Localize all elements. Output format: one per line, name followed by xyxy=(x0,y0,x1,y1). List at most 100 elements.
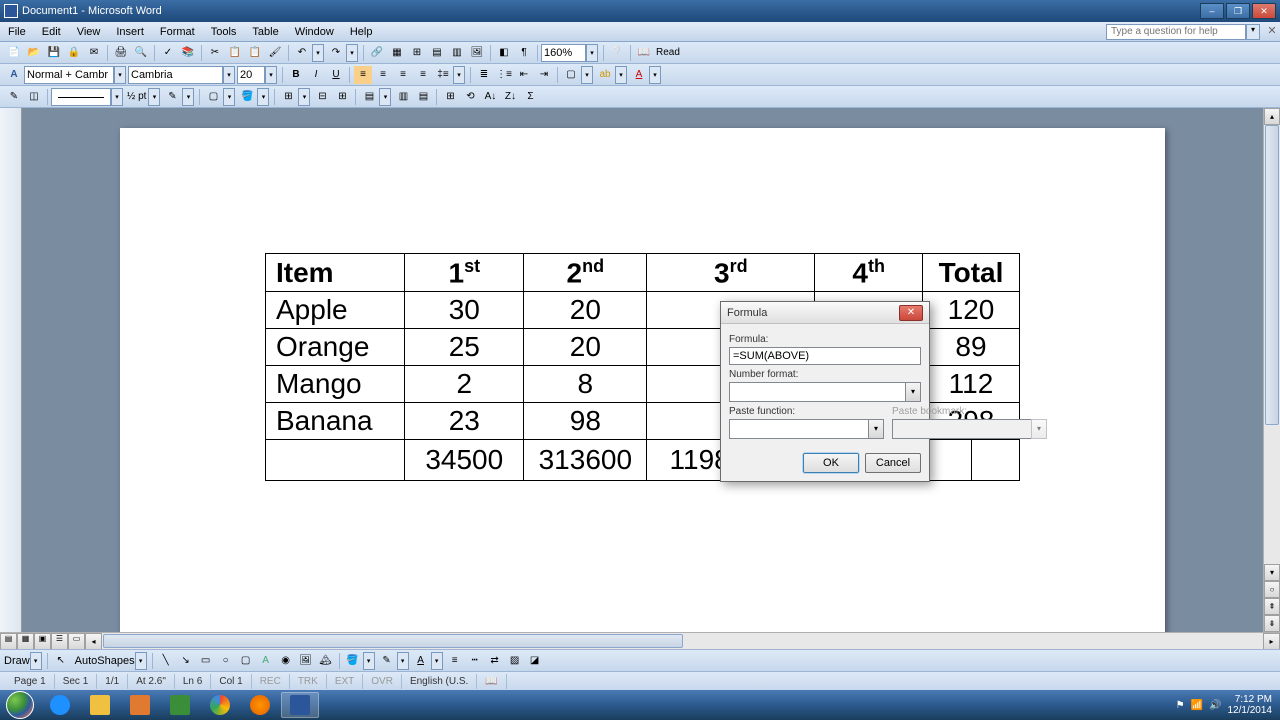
read-label[interactable]: Read xyxy=(656,47,680,58)
styles-pane-icon[interactable]: A xyxy=(5,66,23,84)
menu-file[interactable]: File xyxy=(0,24,34,40)
dialog-close-button[interactable]: ✕ xyxy=(899,305,923,321)
scroll-thumb[interactable] xyxy=(1265,125,1279,425)
picture-icon[interactable]: 🏔 xyxy=(317,652,335,670)
help-search-input[interactable] xyxy=(1106,24,1246,40)
new-doc-icon[interactable]: 📄 xyxy=(5,44,23,62)
print-icon[interactable]: 🖨 xyxy=(112,44,130,62)
open-icon[interactable]: 📂 xyxy=(25,44,43,62)
align-left-icon[interactable]: ≡ xyxy=(354,66,372,84)
scroll-up-button[interactable]: ▴ xyxy=(1264,108,1280,125)
diagram-icon[interactable]: ◉ xyxy=(277,652,295,670)
split-cells-icon[interactable]: ⊞ xyxy=(333,88,351,106)
cut-icon[interactable]: ✂ xyxy=(206,44,224,62)
select-objects-icon[interactable]: ↖ xyxy=(52,652,70,670)
copy-icon[interactable]: 📋 xyxy=(226,44,244,62)
italic-icon[interactable]: I xyxy=(307,66,325,84)
print-layout-button[interactable]: ▣ xyxy=(34,633,51,650)
arrow-style-icon[interactable]: ⇄ xyxy=(486,652,504,670)
save-icon[interactable]: 💾 xyxy=(45,44,63,62)
dialog-titlebar[interactable]: Formula ✕ xyxy=(721,302,929,324)
minimize-button[interactable]: – xyxy=(1200,3,1224,19)
linestyle-dropdown[interactable]: ▾ xyxy=(111,88,123,106)
autoshapes-menu[interactable]: AutoShapes xyxy=(75,655,135,667)
help-icon[interactable]: ❔ xyxy=(608,44,626,62)
style-combo[interactable] xyxy=(24,66,114,84)
spellcheck-icon[interactable]: ✓ xyxy=(159,44,177,62)
prev-page-button[interactable]: ⇞ xyxy=(1264,598,1280,615)
status-trk[interactable]: TRK xyxy=(290,674,327,689)
vertical-ruler[interactable] xyxy=(0,108,22,632)
system-tray[interactable]: ⚑ 📶 🔊 7:12 PM 12/1/2014 xyxy=(1168,694,1280,716)
aligncell-dropdown[interactable]: ▾ xyxy=(379,88,391,106)
help-dropdown[interactable]: ▾ xyxy=(1246,24,1260,40)
tables-borders-icon[interactable]: ▦ xyxy=(388,44,406,62)
border-color-icon[interactable]: ✎ xyxy=(163,88,181,106)
task-firefox[interactable] xyxy=(241,692,279,718)
normal-view-button[interactable]: ▤ xyxy=(0,633,17,650)
numfmt-dropdown[interactable]: ▾ xyxy=(905,382,921,402)
menu-edit[interactable]: Edit xyxy=(34,24,69,40)
hscroll-thumb[interactable] xyxy=(103,634,683,648)
format-painter-icon[interactable]: 🖌 xyxy=(266,44,284,62)
menu-help[interactable]: Help xyxy=(342,24,381,40)
start-button[interactable] xyxy=(0,690,40,720)
zoom-dropdown[interactable]: ▾ xyxy=(586,44,598,62)
show-hide-icon[interactable]: ¶ xyxy=(515,44,533,62)
underline-icon[interactable]: U xyxy=(327,66,345,84)
arrow-icon[interactable]: ↘ xyxy=(177,652,195,670)
cancel-button[interactable]: Cancel xyxy=(865,453,921,473)
reading-layout-button[interactable]: ▭ xyxy=(68,633,85,650)
redo-dropdown[interactable]: ▾ xyxy=(346,44,358,62)
scroll-left-button[interactable]: ◂ xyxy=(85,633,102,650)
3d-icon[interactable]: ◪ xyxy=(526,652,544,670)
excel-icon[interactable]: ▤ xyxy=(428,44,446,62)
insert-table-icon[interactable]: ⊞ xyxy=(408,44,426,62)
align-center-icon[interactable]: ≡ xyxy=(374,66,392,84)
merge-cells-icon[interactable]: ⊟ xyxy=(313,88,331,106)
style-dropdown[interactable]: ▾ xyxy=(114,66,126,84)
shadow-icon[interactable]: ▨ xyxy=(506,652,524,670)
status-rec[interactable]: REC xyxy=(252,674,290,689)
zoom-combo[interactable] xyxy=(541,44,586,62)
drawing-icon[interactable]: 🖼 xyxy=(468,44,486,62)
align-cell-icon[interactable]: ▤ xyxy=(360,88,378,106)
menu-view[interactable]: View xyxy=(69,24,109,40)
insert-table-icon2[interactable]: ⊞ xyxy=(279,88,297,106)
line-color-icon[interactable]: ✎ xyxy=(378,652,396,670)
borders-icon[interactable]: ▢ xyxy=(562,66,580,84)
draw-dropdown[interactable]: ▾ xyxy=(30,652,42,670)
font-color-icon2[interactable]: A xyxy=(412,652,430,670)
research-icon[interactable]: 📚 xyxy=(179,44,197,62)
eraser-icon[interactable]: ◫ xyxy=(25,88,43,106)
redo-icon[interactable]: ↷ xyxy=(327,44,345,62)
linespacing-icon[interactable]: ‡≡ xyxy=(434,66,452,84)
numbering-icon[interactable]: ≣ xyxy=(475,66,493,84)
toolbar-close-button[interactable]: ✕ xyxy=(1264,24,1280,40)
formula-input[interactable] xyxy=(729,347,921,365)
shading-color-icon[interactable]: 🪣 xyxy=(238,88,256,106)
bullets-icon[interactable]: ⋮≡ xyxy=(495,66,513,84)
rectangle-icon[interactable]: ▭ xyxy=(197,652,215,670)
shading-dropdown[interactable]: ▾ xyxy=(257,88,269,106)
browse-object-button[interactable]: ○ xyxy=(1264,581,1280,598)
linespacing-dropdown[interactable]: ▾ xyxy=(453,66,465,84)
oval-icon[interactable]: ○ xyxy=(217,652,235,670)
header-4th[interactable]: 4th xyxy=(815,254,923,292)
status-spellcheck-icon[interactable]: 📖 xyxy=(477,674,506,689)
undo-icon[interactable]: ↶ xyxy=(293,44,311,62)
outside-border-icon[interactable]: ▢ xyxy=(204,88,222,106)
line-icon[interactable]: ╲ xyxy=(157,652,175,670)
line-style-combo[interactable] xyxy=(51,88,111,106)
tray-network-icon[interactable]: 📶 xyxy=(1191,700,1203,711)
font-color-icon[interactable]: A xyxy=(630,66,648,84)
inserttable-dropdown[interactable]: ▾ xyxy=(298,88,310,106)
header-2nd[interactable]: 2nd xyxy=(524,254,647,292)
scroll-down-button[interactable]: ▾ xyxy=(1264,564,1280,581)
menu-table[interactable]: Table xyxy=(244,24,286,40)
task-media[interactable] xyxy=(121,692,159,718)
scroll-right-button[interactable]: ▸ xyxy=(1263,633,1280,650)
font-combo[interactable] xyxy=(128,66,223,84)
menu-window[interactable]: Window xyxy=(287,24,342,40)
sort-asc-icon[interactable]: A↓ xyxy=(481,88,499,106)
